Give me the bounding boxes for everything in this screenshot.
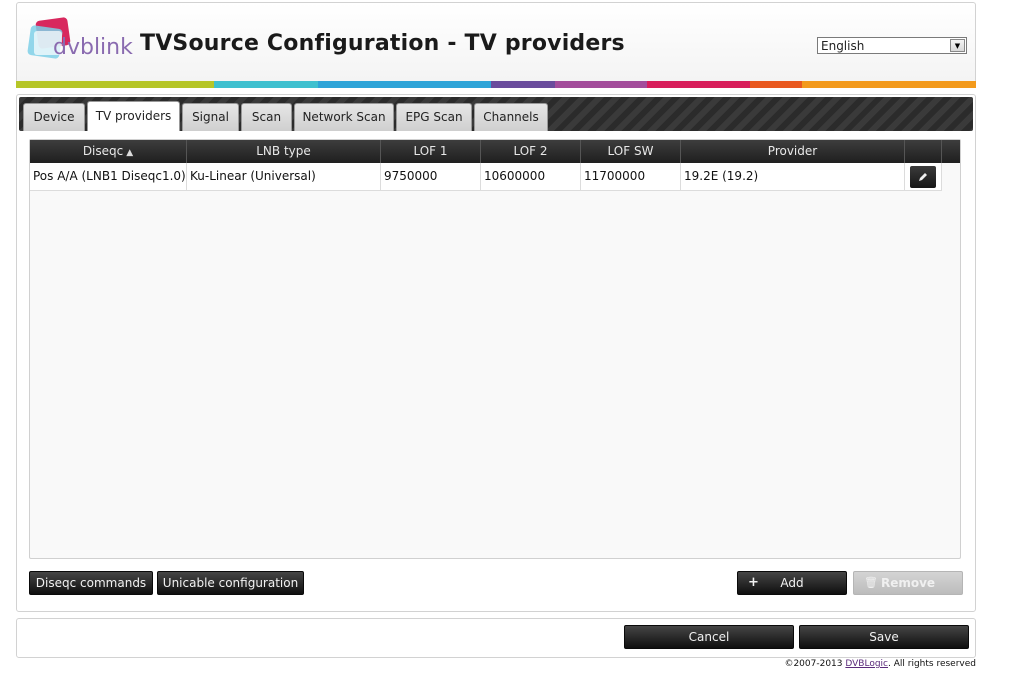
dvblink-logo: dvblink xyxy=(27,17,133,60)
brand-color-bar xyxy=(16,81,976,88)
tab-network-scan[interactable]: Network Scan xyxy=(294,103,394,131)
cell-diseqc: Pos A/A (LNB1 Diseqc1.0) xyxy=(30,163,187,190)
copyright-text: ©2007-2013 DVBLogic. All rights reserved xyxy=(784,659,976,669)
language-select[interactable]: English ▼ xyxy=(817,37,967,54)
tab-signal[interactable]: Signal xyxy=(182,103,239,131)
cell-lofsw: 11700000 xyxy=(581,163,681,190)
column-header-diseqc[interactable]: Diseqc ▲ xyxy=(30,140,187,163)
table-row[interactable]: Pos A/A (LNB1 Diseqc1.0) Ku-Linear (Univ… xyxy=(30,163,942,191)
unicable-configuration-button[interactable]: Unicable configuration xyxy=(157,571,304,595)
add-button[interactable]: + Add xyxy=(737,571,847,595)
color-bar-segment xyxy=(750,81,802,88)
page-title: TVSource Configuration - TV providers xyxy=(140,31,625,56)
color-bar-segment xyxy=(318,81,491,88)
tab-channels[interactable]: Channels xyxy=(474,103,548,131)
remove-button[interactable]: 🗑 Remove xyxy=(853,571,963,595)
sort-ascending-icon: ▲ xyxy=(126,148,134,158)
color-bar-segment xyxy=(802,81,976,88)
column-header-provider[interactable]: Provider xyxy=(681,140,905,163)
table-header: Diseqc ▲ LNB type LOF 1 LOF 2 LOF SW Prov… xyxy=(30,140,960,163)
cell-lof2: 10600000 xyxy=(481,163,581,190)
cell-provider: 19.2E (19.2) xyxy=(681,163,905,190)
tab-device[interactable]: Device xyxy=(23,103,85,131)
color-bar-segment xyxy=(491,81,555,88)
tab-epg-scan[interactable]: EPG Scan xyxy=(396,103,472,131)
cell-lof1: 9750000 xyxy=(381,163,481,190)
color-bar-segment xyxy=(214,81,318,88)
cell-lnb-type: Ku-Linear (Universal) xyxy=(187,163,381,190)
column-header-actions xyxy=(905,140,942,163)
svg-text:dvblink: dvblink xyxy=(53,35,133,60)
trash-icon: 🗑 xyxy=(864,576,878,589)
column-header-lof1[interactable]: LOF 1 xyxy=(381,140,481,163)
save-button[interactable]: Save xyxy=(799,625,969,649)
edit-button[interactable] xyxy=(910,166,936,188)
footer-panel: Cancel Save xyxy=(16,618,976,658)
dropdown-arrow-icon[interactable]: ▼ xyxy=(950,39,965,52)
column-header-lofsw[interactable]: LOF SW xyxy=(581,140,681,163)
column-header-lnb-type[interactable]: LNB type xyxy=(187,140,381,163)
cancel-button[interactable]: Cancel xyxy=(624,625,794,649)
language-selected-value: English xyxy=(821,39,865,53)
tab-scan[interactable]: Scan xyxy=(241,103,292,131)
pencil-icon xyxy=(919,173,927,181)
diseqc-commands-button[interactable]: Diseqc commands xyxy=(29,571,153,595)
color-bar-segment xyxy=(16,81,214,88)
column-header-lof2[interactable]: LOF 2 xyxy=(481,140,581,163)
tab-strip: Device TV providers Signal Scan Network … xyxy=(19,97,973,131)
dvblogic-link[interactable]: DVBLogic xyxy=(845,659,888,669)
color-bar-segment xyxy=(555,81,647,88)
color-bar-segment xyxy=(647,81,750,88)
tv-providers-table: Diseqc ▲ LNB type LOF 1 LOF 2 LOF SW Prov… xyxy=(29,139,961,559)
plus-icon: + xyxy=(748,575,759,590)
tab-tv-providers[interactable]: TV providers xyxy=(87,101,180,131)
main-panel: Device TV providers Signal Scan Network … xyxy=(16,94,976,612)
app-header: dvblink TVSource Configuration - TV prov… xyxy=(16,2,976,88)
